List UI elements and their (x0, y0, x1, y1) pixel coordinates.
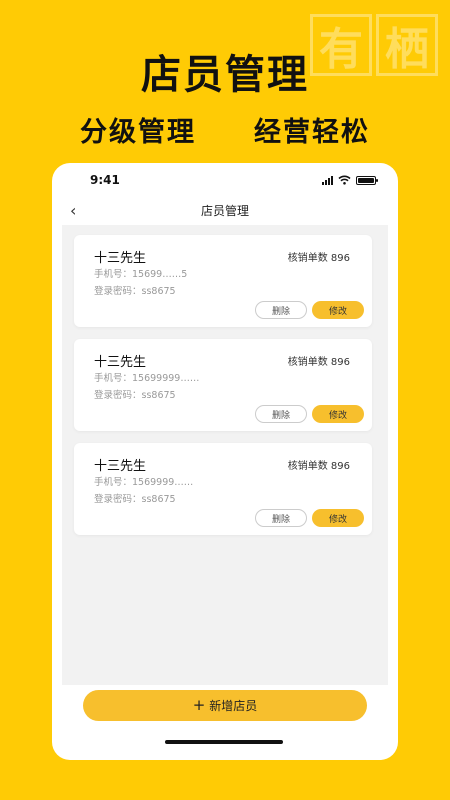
staff-password: 登录密码：ss8675 (94, 286, 176, 297)
back-arrow-icon[interactable]: ‹ (70, 201, 76, 220)
add-staff-button[interactable]: + 新增店员 (83, 690, 367, 721)
status-bar: 9:41 (52, 163, 398, 197)
staff-card: 十三先生 核销单数 896 手机号：15699999…… 登录密码：ss8675… (74, 339, 372, 431)
staff-phone: 手机号：1569999…… (94, 477, 194, 488)
staff-card: 十三先生 核销单数 896 手机号：1569999…… 登录密码：ss8675 … (74, 443, 372, 535)
redeem-count: 核销单数 896 (287, 253, 350, 264)
edit-button[interactable]: 修改 (312, 405, 364, 423)
delete-button[interactable]: 删除 (255, 509, 307, 527)
phone-screen: 9:41 ‹ 店员管理 十三先生 核销单数 896 手机号：15699……5 登… (52, 163, 398, 760)
signal-icon (322, 175, 333, 185)
redeem-count: 核销单数 896 (287, 357, 350, 368)
staff-name: 十三先生 (94, 355, 147, 370)
add-staff-label: 新增店员 (209, 699, 258, 713)
staff-name: 十三先生 (94, 251, 147, 266)
staff-phone: 手机号：15699……5 (94, 269, 188, 280)
delete-button[interactable]: 删除 (255, 405, 307, 423)
hero-subtitle-left: 分级管理 (80, 117, 196, 148)
plus-icon: + (192, 696, 206, 714)
edit-button[interactable]: 修改 (312, 301, 364, 319)
redeem-count: 核销单数 896 (287, 461, 350, 472)
staff-list[interactable]: 十三先生 核销单数 896 手机号：15699……5 登录密码：ss8675 删… (62, 225, 388, 685)
staff-name: 十三先生 (94, 459, 147, 474)
status-icons (322, 175, 378, 185)
home-indicator (165, 740, 283, 744)
staff-password: 登录密码：ss8675 (94, 494, 176, 505)
nav-title: 店员管理 (200, 203, 249, 218)
staff-password: 登录密码：ss8675 (94, 390, 176, 401)
staff-phone: 手机号：15699999…… (94, 373, 200, 384)
staff-card: 十三先生 核销单数 896 手机号：15699……5 登录密码：ss8675 删… (74, 235, 372, 327)
delete-button[interactable]: 删除 (255, 301, 307, 319)
hero-title: 店员管理 (141, 52, 309, 98)
status-time: 9:41 (90, 173, 120, 187)
wifi-icon (338, 175, 351, 185)
battery-icon (356, 175, 378, 185)
nav-bar: ‹ 店员管理 (52, 197, 398, 223)
edit-button[interactable]: 修改 (312, 509, 364, 527)
hero-subtitles: 分级管理 经营轻松 (0, 110, 450, 149)
hero-subtitle-right: 经营轻松 (254, 117, 370, 148)
